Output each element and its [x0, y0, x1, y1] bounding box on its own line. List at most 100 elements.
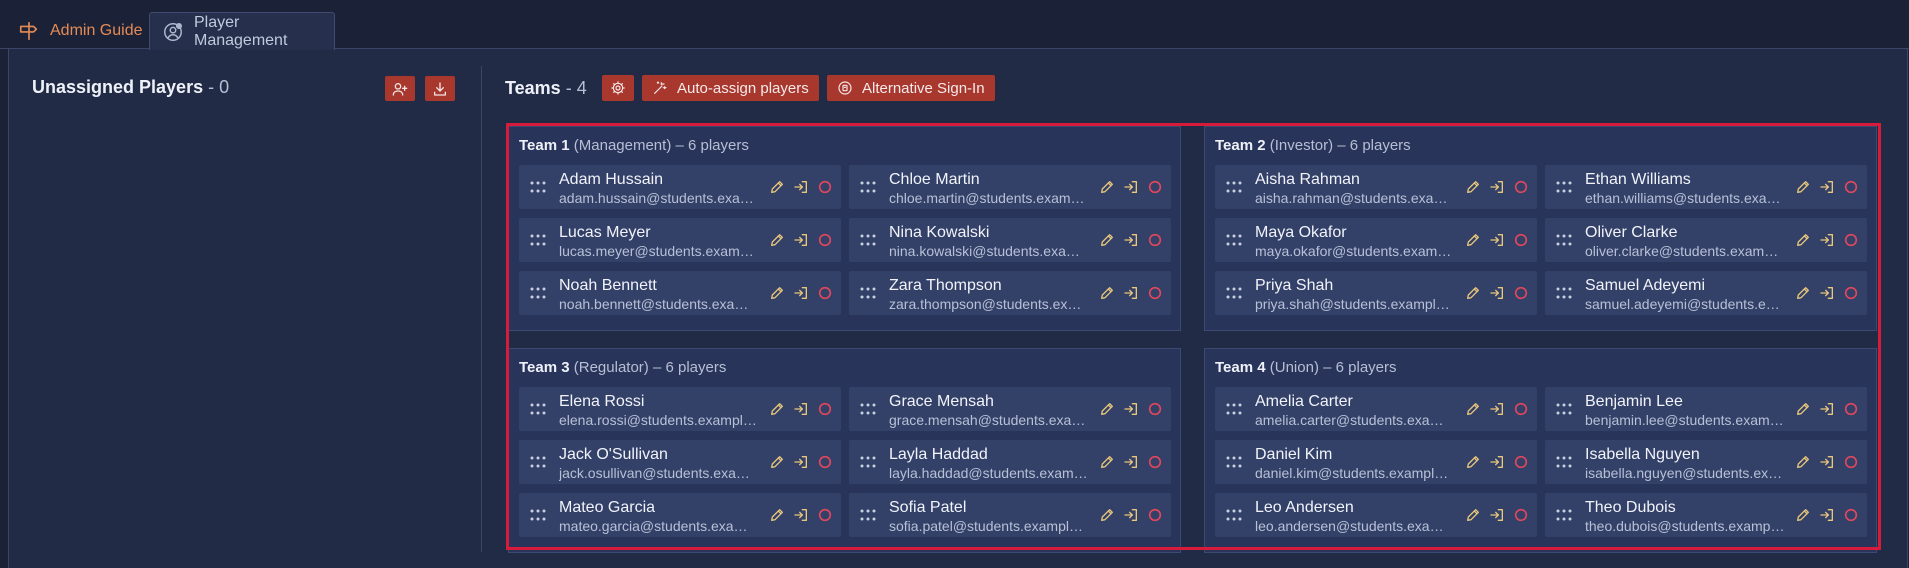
remove-circle-icon[interactable] [1147, 507, 1163, 523]
remove-circle-icon[interactable] [1843, 401, 1859, 417]
remove-circle-icon[interactable] [1513, 179, 1529, 195]
player-card[interactable]: Benjamin Lee benjamin.lee@students.exampl… [1545, 387, 1867, 431]
remove-circle-icon[interactable] [1843, 232, 1859, 248]
edit-pencil-icon[interactable] [1465, 401, 1481, 417]
move-player-icon[interactable] [1489, 285, 1505, 301]
drag-handle-icon[interactable] [859, 508, 877, 522]
remove-circle-icon[interactable] [1843, 454, 1859, 470]
drag-handle-icon[interactable] [1555, 402, 1573, 416]
move-player-icon[interactable] [1489, 507, 1505, 523]
drag-handle-icon[interactable] [529, 233, 547, 247]
drag-handle-icon[interactable] [859, 180, 877, 194]
drag-handle-icon[interactable] [859, 233, 877, 247]
move-player-icon[interactable] [1819, 507, 1835, 523]
player-card[interactable]: Samuel Adeyemi samuel.adeyemi@students.ex… [1545, 271, 1867, 315]
drag-handle-icon[interactable] [1225, 286, 1243, 300]
player-card[interactable]: Sofia Patel sofia.patel@students.example.… [849, 493, 1171, 537]
player-card[interactable]: Priya Shah priya.shah@students.example.co… [1215, 271, 1537, 315]
edit-pencil-icon[interactable] [1099, 401, 1115, 417]
drag-handle-icon[interactable] [1225, 180, 1243, 194]
player-card[interactable]: Theo Dubois theo.dubois@students.example.… [1545, 493, 1867, 537]
edit-pencil-icon[interactable] [769, 179, 785, 195]
tab-player-management[interactable]: Player Management [149, 12, 335, 50]
remove-circle-icon[interactable] [817, 507, 833, 523]
remove-circle-icon[interactable] [1147, 232, 1163, 248]
move-player-icon[interactable] [793, 285, 809, 301]
edit-pencil-icon[interactable] [769, 507, 785, 523]
player-card[interactable]: Layla Haddad layla.haddad@students.exampl… [849, 440, 1171, 484]
remove-circle-icon[interactable] [1147, 401, 1163, 417]
remove-circle-icon[interactable] [1513, 454, 1529, 470]
edit-pencil-icon[interactable] [1795, 507, 1811, 523]
remove-circle-icon[interactable] [1147, 285, 1163, 301]
drag-handle-icon[interactable] [859, 286, 877, 300]
download-button[interactable] [425, 76, 455, 101]
player-card[interactable]: Maya Okafor maya.okafor@students.example.… [1215, 218, 1537, 262]
remove-circle-icon[interactable] [817, 179, 833, 195]
remove-circle-icon[interactable] [1843, 507, 1859, 523]
drag-handle-icon[interactable] [1555, 233, 1573, 247]
remove-circle-icon[interactable] [1843, 179, 1859, 195]
move-player-icon[interactable] [793, 454, 809, 470]
move-player-icon[interactable] [1123, 285, 1139, 301]
move-player-icon[interactable] [1123, 454, 1139, 470]
remove-circle-icon[interactable] [1513, 232, 1529, 248]
move-player-icon[interactable] [1819, 454, 1835, 470]
edit-pencil-icon[interactable] [769, 285, 785, 301]
edit-pencil-icon[interactable] [1099, 285, 1115, 301]
move-player-icon[interactable] [1819, 232, 1835, 248]
drag-handle-icon[interactable] [529, 508, 547, 522]
team-settings-button[interactable] [602, 75, 634, 101]
remove-circle-icon[interactable] [1513, 507, 1529, 523]
move-player-icon[interactable] [1489, 454, 1505, 470]
move-player-icon[interactable] [1819, 401, 1835, 417]
drag-handle-icon[interactable] [529, 402, 547, 416]
edit-pencil-icon[interactable] [769, 401, 785, 417]
add-player-button[interactable] [385, 76, 415, 101]
edit-pencil-icon[interactable] [1795, 454, 1811, 470]
player-card[interactable]: Leo Andersen leo.andersen@students.exampl… [1215, 493, 1537, 537]
player-card[interactable]: Aisha Rahman aisha.rahman@students.exampl… [1215, 165, 1537, 209]
move-player-icon[interactable] [1123, 232, 1139, 248]
edit-pencil-icon[interactable] [1099, 454, 1115, 470]
drag-handle-icon[interactable] [529, 455, 547, 469]
drag-handle-icon[interactable] [1555, 455, 1573, 469]
edit-pencil-icon[interactable] [1795, 285, 1811, 301]
edit-pencil-icon[interactable] [1465, 454, 1481, 470]
move-player-icon[interactable] [1123, 401, 1139, 417]
player-card[interactable]: Nina Kowalski nina.kowalski@students.exam… [849, 218, 1171, 262]
edit-pencil-icon[interactable] [1099, 232, 1115, 248]
player-card[interactable]: Elena Rossi elena.rossi@students.example.… [519, 387, 841, 431]
move-player-icon[interactable] [793, 179, 809, 195]
remove-circle-icon[interactable] [1513, 285, 1529, 301]
remove-circle-icon[interactable] [817, 401, 833, 417]
edit-pencil-icon[interactable] [1465, 507, 1481, 523]
move-player-icon[interactable] [793, 507, 809, 523]
auto-assign-button[interactable]: Auto-assign players [642, 75, 819, 101]
player-card[interactable]: Chloe Martin chloe.martin@students.exampl… [849, 165, 1171, 209]
move-player-icon[interactable] [793, 232, 809, 248]
remove-circle-icon[interactable] [817, 232, 833, 248]
player-card[interactable]: Amelia Carter amelia.carter@students.exam… [1215, 387, 1537, 431]
edit-pencil-icon[interactable] [1795, 179, 1811, 195]
remove-circle-icon[interactable] [1147, 454, 1163, 470]
remove-circle-icon[interactable] [817, 454, 833, 470]
drag-handle-icon[interactable] [1225, 233, 1243, 247]
player-card[interactable]: Adam Hussain adam.hussain@students.exampl… [519, 165, 841, 209]
remove-circle-icon[interactable] [1513, 401, 1529, 417]
move-player-icon[interactable] [1819, 285, 1835, 301]
drag-handle-icon[interactable] [1225, 508, 1243, 522]
drag-handle-icon[interactable] [859, 402, 877, 416]
edit-pencil-icon[interactable] [1099, 507, 1115, 523]
move-player-icon[interactable] [793, 401, 809, 417]
player-card[interactable]: Oliver Clarke oliver.clarke@students.exam… [1545, 218, 1867, 262]
move-player-icon[interactable] [1123, 507, 1139, 523]
drag-handle-icon[interactable] [1225, 402, 1243, 416]
player-card[interactable]: Noah Bennett noah.bennett@students.exampl… [519, 271, 841, 315]
player-card[interactable]: Daniel Kim daniel.kim@students.example.co… [1215, 440, 1537, 484]
move-player-icon[interactable] [1489, 401, 1505, 417]
player-card[interactable]: Grace Mensah grace.mensah@students.exampl… [849, 387, 1171, 431]
player-card[interactable]: Isabella Nguyen isabella.nguyen@students.… [1545, 440, 1867, 484]
drag-handle-icon[interactable] [1555, 180, 1573, 194]
move-player-icon[interactable] [1489, 179, 1505, 195]
